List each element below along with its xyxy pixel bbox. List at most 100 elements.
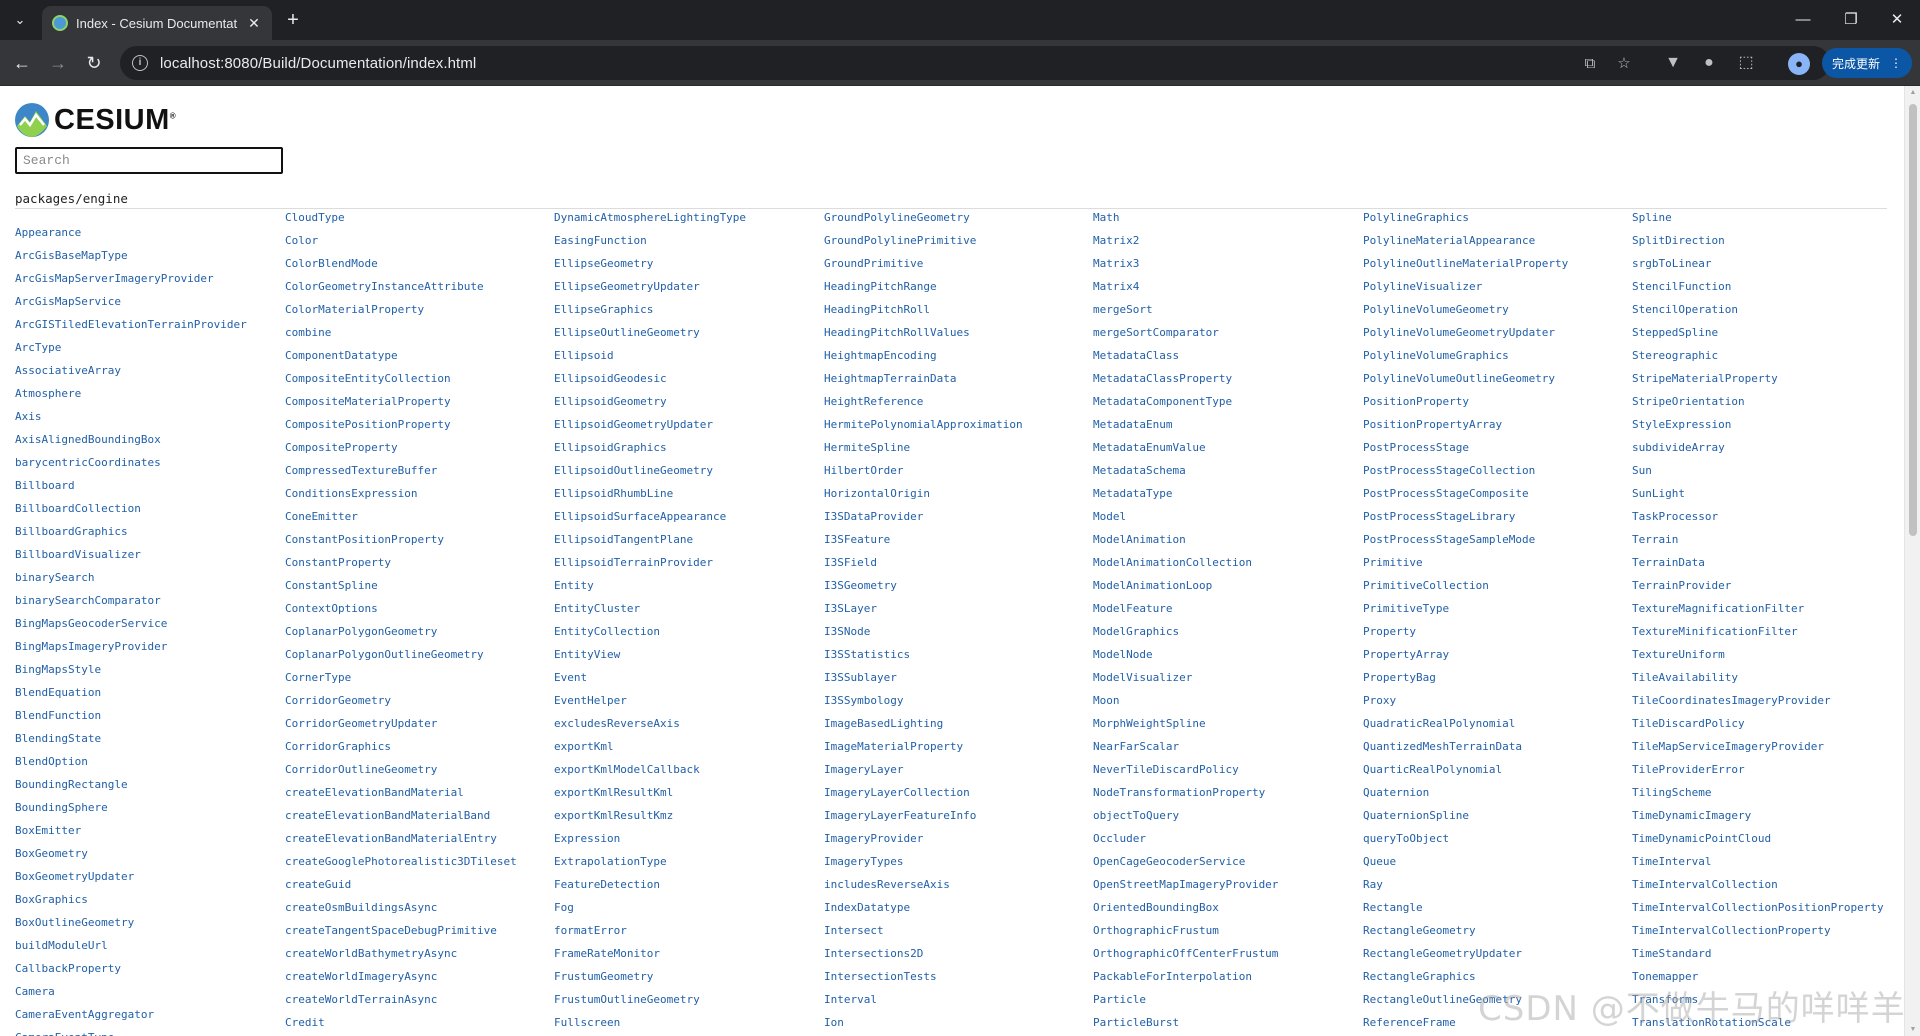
- api-link[interactable]: HilbertOrder: [824, 459, 1093, 482]
- api-link[interactable]: IndexDatatype: [824, 896, 1093, 919]
- api-link[interactable]: Ion: [824, 1011, 1093, 1034]
- api-link[interactable]: FrustumOutlineGeometry: [554, 988, 823, 1011]
- api-link[interactable]: BoxOutlineGeometry: [15, 911, 284, 934]
- api-link[interactable]: ArcGisMapServerImageryProvider: [15, 267, 284, 290]
- api-link[interactable]: BoundingRectangle: [15, 773, 284, 796]
- api-link[interactable]: Rectangle: [1363, 896, 1632, 919]
- extension-v-icon[interactable]: ▼: [1661, 51, 1685, 75]
- api-link[interactable]: srgbToLinear: [1632, 252, 1901, 275]
- api-link[interactable]: Model: [1093, 505, 1362, 528]
- api-link[interactable]: I3SDataProvider: [824, 505, 1093, 528]
- api-link[interactable]: CompressedTextureBuffer: [285, 459, 554, 482]
- api-link[interactable]: CoplanarPolygonGeometry: [285, 620, 554, 643]
- close-icon[interactable]: ✕: [246, 15, 262, 32]
- api-link[interactable]: BoxEmitter: [15, 819, 284, 842]
- api-link[interactable]: EllipsoidTangentPlane: [554, 528, 823, 551]
- api-link[interactable]: ArcType: [15, 336, 284, 359]
- api-link[interactable]: Axis: [15, 405, 284, 428]
- api-link[interactable]: ImageryLayerFeatureInfo: [824, 804, 1093, 827]
- api-link[interactable]: I3SFeature: [824, 528, 1093, 551]
- api-link[interactable]: CompositePositionProperty: [285, 413, 554, 436]
- api-link[interactable]: excludesReverseAxis: [554, 712, 823, 735]
- update-button[interactable]: 完成更新 ⋮: [1822, 48, 1912, 78]
- api-link[interactable]: StripeMaterialProperty: [1632, 367, 1901, 390]
- api-link[interactable]: FeatureDetection: [554, 873, 823, 896]
- api-link[interactable]: EllipsoidGraphics: [554, 436, 823, 459]
- api-link[interactable]: TextureMinificationFilter: [1632, 620, 1901, 643]
- api-link[interactable]: HeadingPitchRollValues: [824, 321, 1093, 344]
- api-link[interactable]: CoplanarPolygonOutlineGeometry: [285, 643, 554, 666]
- api-link[interactable]: createWorldImageryAsync: [285, 965, 554, 988]
- api-link[interactable]: BillboardCollection: [15, 497, 284, 520]
- api-link[interactable]: Sun: [1632, 459, 1901, 482]
- address-bar[interactable]: i localhost:8080/Build/Documentation/ind…: [120, 46, 1830, 80]
- api-link[interactable]: OpenCageGeocoderService: [1093, 850, 1362, 873]
- api-link[interactable]: OrthographicOffCenterFrustum: [1093, 942, 1362, 965]
- api-link[interactable]: Interval: [824, 988, 1093, 1011]
- api-link[interactable]: mergeSort: [1093, 298, 1362, 321]
- api-link[interactable]: QuaternionSpline: [1363, 804, 1632, 827]
- forward-arrow-icon[interactable]: →: [44, 49, 72, 77]
- api-link[interactable]: I3SSublayer: [824, 666, 1093, 689]
- profile-avatar-icon[interactable]: ●: [1788, 53, 1810, 75]
- api-link[interactable]: ConstantProperty: [285, 551, 554, 574]
- api-link[interactable]: MetadataEnumValue: [1093, 436, 1362, 459]
- reload-icon[interactable]: ↻: [80, 49, 108, 77]
- api-link[interactable]: CloudType: [285, 206, 554, 229]
- api-link[interactable]: FrustumGeometry: [554, 965, 823, 988]
- api-link[interactable]: Stereographic: [1632, 344, 1901, 367]
- api-link[interactable]: Proxy: [1363, 689, 1632, 712]
- api-link[interactable]: BlendFunction: [15, 704, 284, 727]
- api-link[interactable]: exportKml: [554, 735, 823, 758]
- api-link[interactable]: HorizontalOrigin: [824, 482, 1093, 505]
- api-link[interactable]: OpenStreetMapImageryProvider: [1093, 873, 1362, 896]
- api-link[interactable]: TileAvailability: [1632, 666, 1901, 689]
- api-link[interactable]: createGooglePhotorealistic3DTileset: [285, 850, 554, 873]
- api-link[interactable]: binarySearchComparator: [15, 589, 284, 612]
- api-link[interactable]: ConditionsExpression: [285, 482, 554, 505]
- api-link[interactable]: PostProcessStageSampleMode: [1363, 528, 1632, 551]
- api-link[interactable]: ConeEmitter: [285, 505, 554, 528]
- api-link[interactable]: PolylineVolumeGraphics: [1363, 344, 1632, 367]
- api-link[interactable]: Ellipsoid: [554, 344, 823, 367]
- api-link[interactable]: I3SGeometry: [824, 574, 1093, 597]
- api-link[interactable]: OrthographicFrustum: [1093, 919, 1362, 942]
- api-link[interactable]: PolylineGraphics: [1363, 206, 1632, 229]
- api-link[interactable]: I3SStatistics: [824, 643, 1093, 666]
- api-link[interactable]: ComponentDatatype: [285, 344, 554, 367]
- api-link[interactable]: TimeIntervalCollectionProperty: [1632, 919, 1901, 942]
- api-link[interactable]: AssociativeArray: [15, 359, 284, 382]
- api-link[interactable]: EllipseGeometryUpdater: [554, 275, 823, 298]
- api-link[interactable]: ImageMaterialProperty: [824, 735, 1093, 758]
- api-link[interactable]: EasingFunction: [554, 229, 823, 252]
- api-link[interactable]: SteppedSpline: [1632, 321, 1901, 344]
- api-link[interactable]: EllipsoidOutlineGeometry: [554, 459, 823, 482]
- api-link[interactable]: TimeIntervalCollectionPositionProperty: [1632, 896, 1901, 919]
- api-link[interactable]: CallbackProperty: [15, 957, 284, 980]
- tab-active[interactable]: Index - Cesium Documentati ✕: [42, 6, 272, 40]
- api-link[interactable]: Entity: [554, 574, 823, 597]
- api-link[interactable]: ModelAnimationCollection: [1093, 551, 1362, 574]
- api-link[interactable]: CorridorGraphics: [285, 735, 554, 758]
- api-link[interactable]: Matrix2: [1093, 229, 1362, 252]
- api-link[interactable]: QuadraticRealPolynomial: [1363, 712, 1632, 735]
- api-link[interactable]: MetadataClass: [1093, 344, 1362, 367]
- api-link[interactable]: I3SNode: [824, 620, 1093, 643]
- site-info-icon[interactable]: i: [132, 55, 148, 71]
- api-link[interactable]: createElevationBandMaterialBand: [285, 804, 554, 827]
- api-link[interactable]: EllipseOutlineGeometry: [554, 321, 823, 344]
- api-link[interactable]: Atmosphere: [15, 382, 284, 405]
- api-link[interactable]: CameraEventAggregator: [15, 1003, 284, 1026]
- api-link[interactable]: HeightReference: [824, 390, 1093, 413]
- api-link[interactable]: exportKmlResultKmz: [554, 804, 823, 827]
- api-link[interactable]: ArcGisMapService: [15, 290, 284, 313]
- api-link[interactable]: Occluder: [1093, 827, 1362, 850]
- api-link[interactable]: TimeStandard: [1632, 942, 1901, 965]
- api-link[interactable]: EllipsoidGeometry: [554, 390, 823, 413]
- api-link[interactable]: ArcGisBaseMapType: [15, 244, 284, 267]
- api-link[interactable]: ArcGISTiledElevationTerrainProvider: [15, 313, 284, 336]
- api-link[interactable]: BlendOption: [15, 750, 284, 773]
- bookmark-star-icon[interactable]: ☆: [1614, 54, 1634, 74]
- api-link[interactable]: BingMapsGeocoderService: [15, 612, 284, 635]
- api-link[interactable]: Tonemapper: [1632, 965, 1901, 988]
